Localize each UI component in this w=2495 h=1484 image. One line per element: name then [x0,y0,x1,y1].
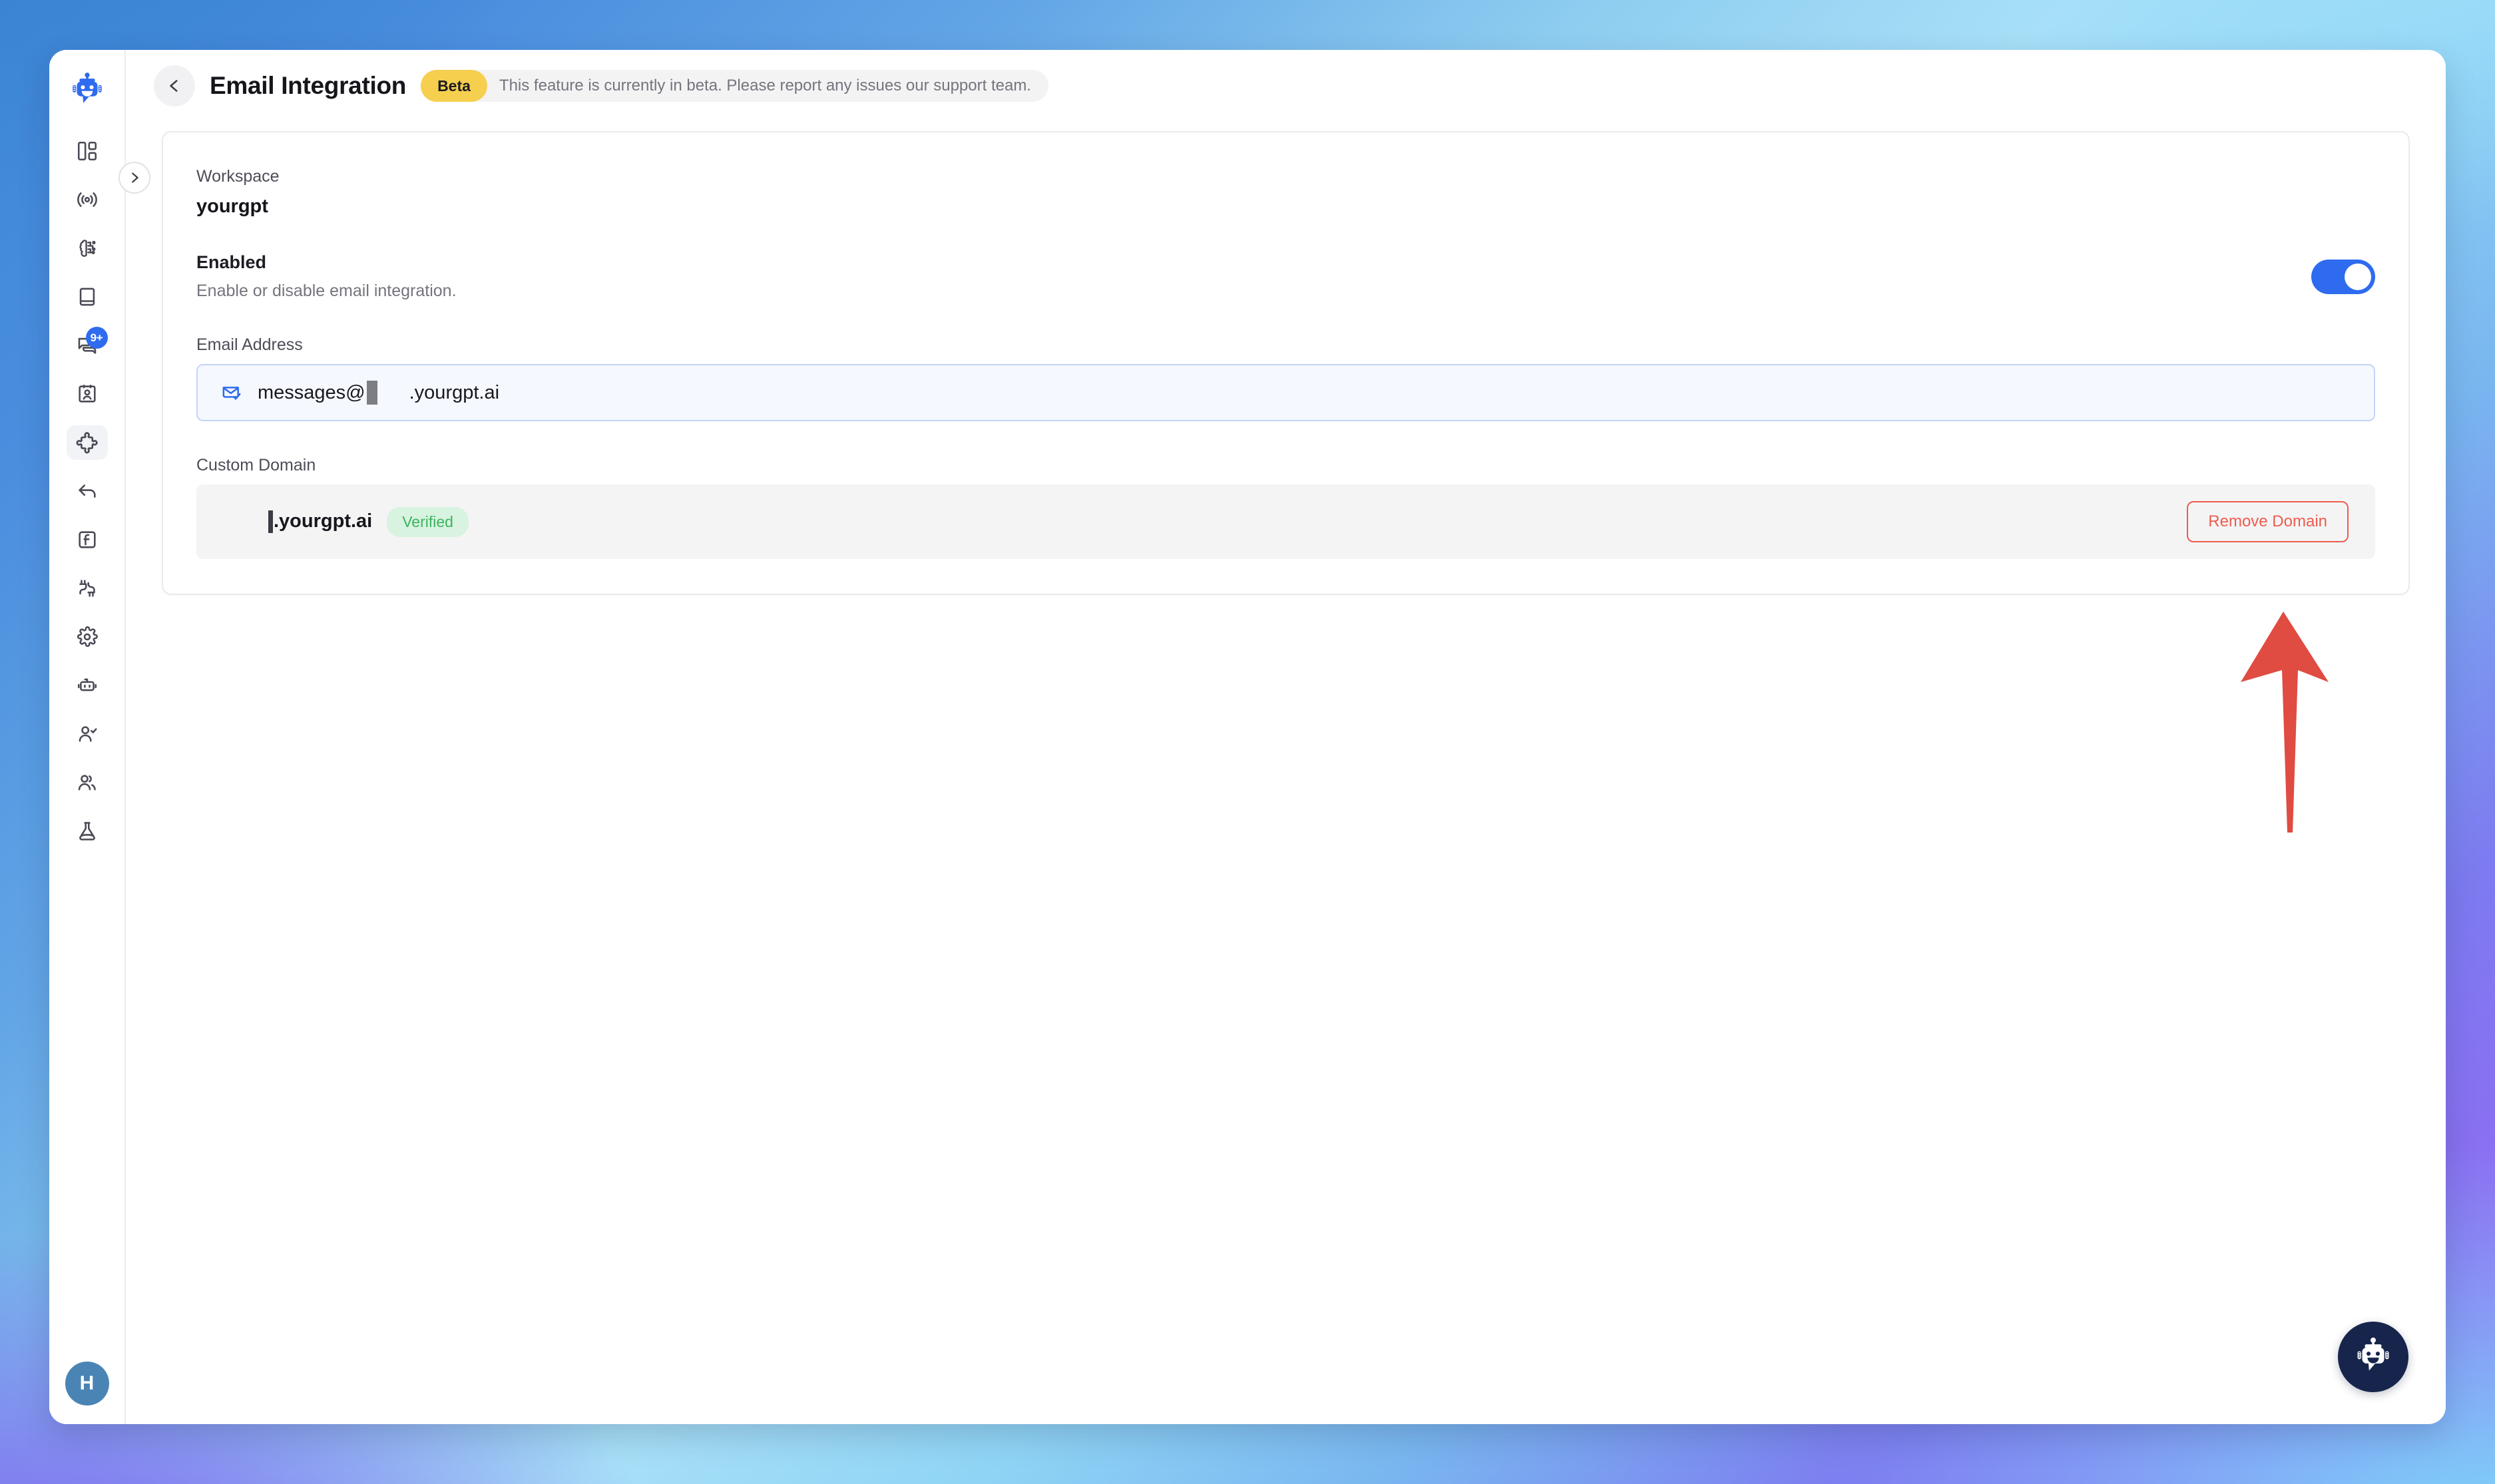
layout-dashboard-icon [77,141,97,161]
custom-domain-info: .yourgpt.ai Verified [268,506,469,537]
mail-check-icon [222,387,241,400]
sidebar-item-teams[interactable] [67,765,108,800]
sidebar-item-broadcast[interactable] [67,182,108,217]
status-badge: Verified [387,506,469,537]
app-window: 9+ H Email Integration Beta This feature… [49,50,2446,1424]
sidebar-expand-button[interactable] [118,162,150,194]
sidebar-item-integrations[interactable] [66,425,108,460]
workspace-value: yourgpt [196,196,268,217]
beta-message: This feature is currently in beta. Pleas… [499,77,1031,94]
enabled-section: Enabled Enable or disable email integrat… [196,252,2375,301]
sidebar-item-labs[interactable] [67,814,108,848]
workspace-label: Workspace [196,167,280,186]
sidebar: 9+ H [49,50,150,1424]
topbar: Email Integration Beta This feature is c… [126,50,2446,122]
email-redacted-block [366,381,377,405]
custom-domain-label: Custom Domain [196,456,316,474]
content-area: Workspace yourgpt Enabled Enable or disa… [126,122,2446,1424]
custom-domain-row: .yourgpt.ai Verified Remove Domain [196,484,2375,559]
back-button[interactable] [154,65,195,106]
sidebar-item-replies[interactable] [67,474,108,508]
function-box-icon [78,531,96,548]
sidebar-item-bots[interactable] [67,668,108,703]
chat-widget-button[interactable] [2338,1322,2408,1392]
toggle-knob [2345,263,2371,290]
reply-arrow-icon [78,484,96,498]
enabled-description: Enable or disable email integration. [196,281,457,300]
brain-circuit-icon [79,240,96,257]
enabled-label: Enabled [196,252,267,272]
gear-icon [77,626,98,648]
robot-logo-icon[interactable] [65,69,109,112]
book-icon [79,287,95,306]
sidebar-item-ai-brain[interactable] [67,231,108,266]
page-title: Email Integration [210,72,407,99]
robot-icon [77,678,97,691]
domain-redacted-block [268,510,273,534]
custom-domain-value: .yourgpt.ai [268,510,373,534]
user-check-icon [79,726,97,742]
conversations-unread-badge: 9+ [85,327,108,349]
users-group-icon [78,775,96,791]
email-address-input[interactable]: messages@ .yourgpt.ai [196,364,2375,421]
email-integration-card: Workspace yourgpt Enabled Enable or disa… [162,131,2410,595]
main-region: Email Integration Beta This feature is c… [126,50,2446,1424]
chevron-right-icon [132,172,138,183]
avatar[interactable]: H [65,1362,109,1405]
sidebar-nav-list: 9+ [66,134,108,848]
email-domain-suffix: .yourgpt.ai [409,381,500,403]
email-address-value: messages@ .yourgpt.ai [258,381,499,405]
flask-icon [79,822,95,840]
email-local-part: messages@ [258,381,365,403]
sidebar-item-conversations[interactable]: 9+ [67,327,108,363]
contact-card-icon [78,384,96,403]
sidebar-item-settings[interactable] [67,620,108,654]
custom-domain-section: Custom Domain .yourgpt.ai Verified Remov… [196,456,2375,559]
beta-banner: Beta This feature is currently in beta. … [421,70,1048,102]
beta-badge: Beta [421,70,487,102]
enabled-text-group: Enabled Enable or disable email integrat… [196,252,457,301]
chevron-left-icon [170,80,178,92]
custom-domain-suffix: .yourgpt.ai [274,510,373,532]
puzzle-piece-icon [76,432,98,454]
sidebar-item-connections[interactable] [67,571,108,606]
enabled-toggle[interactable] [2311,259,2375,294]
email-address-label: Email Address [196,335,303,354]
sidebar-item-knowledge[interactable] [67,279,108,314]
email-address-section: Email Address messages@ .yourgpt.ai [196,335,2375,421]
remove-domain-button[interactable]: Remove Domain [2187,501,2349,542]
workspace-section: Workspace yourgpt [196,167,2375,218]
sidebar-item-agents[interactable] [67,717,108,751]
robot-chat-icon [2357,1337,2389,1371]
plug-connector-icon [79,580,95,597]
sidebar-item-functions[interactable] [67,522,108,557]
sidebar-item-dashboard[interactable] [67,134,108,168]
broadcast-signal-icon [77,192,97,207]
sidebar-item-contacts[interactable] [67,377,108,411]
